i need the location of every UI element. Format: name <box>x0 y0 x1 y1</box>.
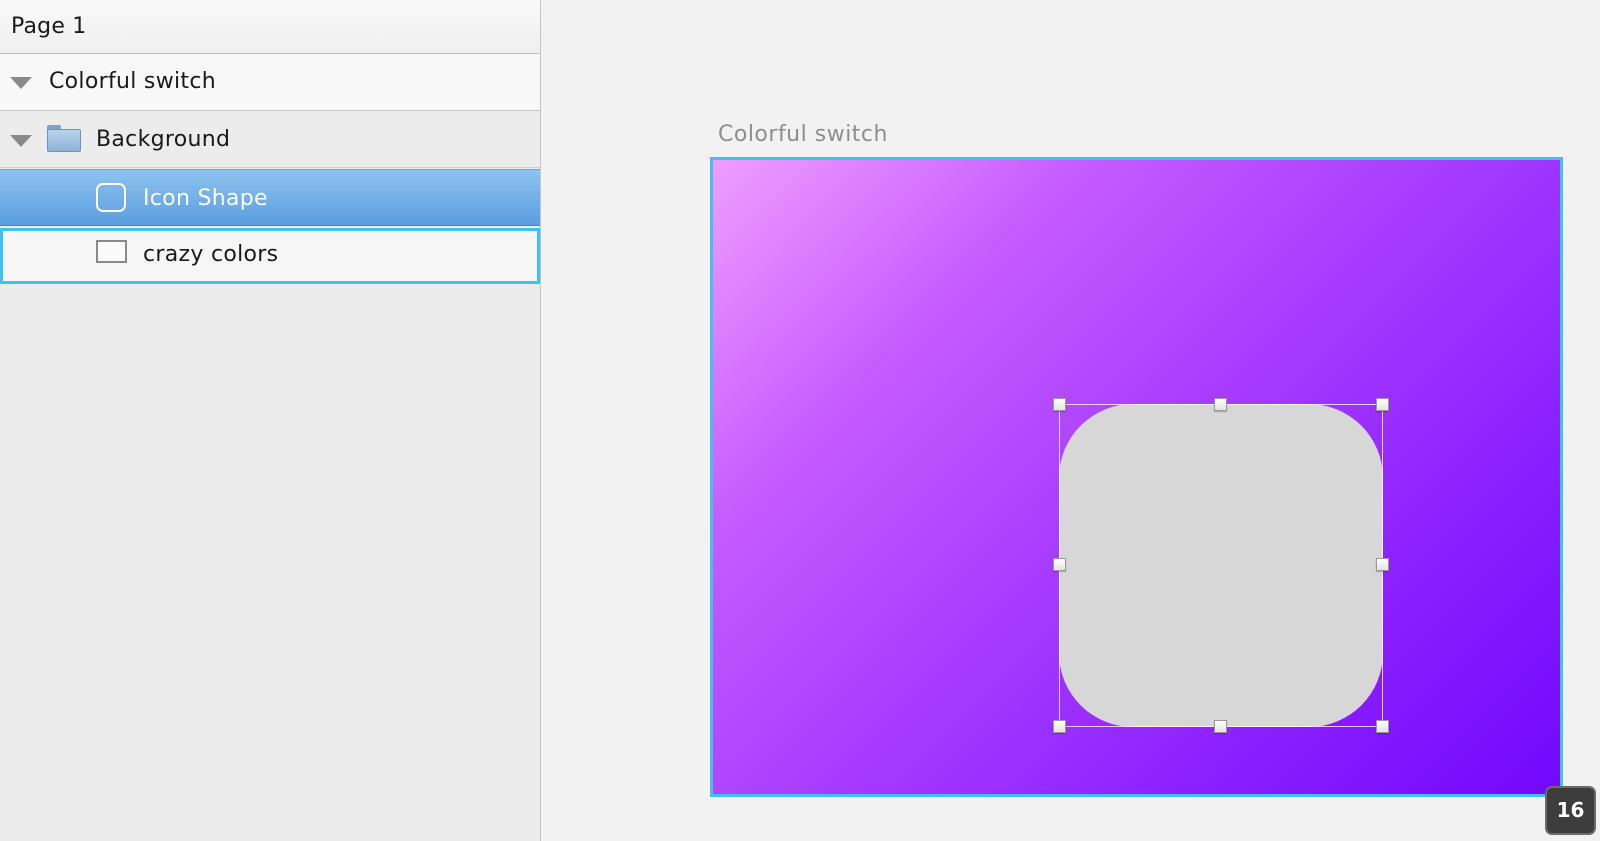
layer-label: Background <box>96 127 231 152</box>
resize-handle-top-left[interactable] <box>1053 398 1066 411</box>
layer-row-crazy-colors[interactable]: crazy colors <box>0 228 540 284</box>
disclosure-triangle-icon[interactable] <box>10 77 32 89</box>
layer-row-icon-shape[interactable]: Icon Shape <box>0 169 540 226</box>
selection-box <box>1059 404 1383 727</box>
resize-handle-left[interactable] <box>1053 558 1066 571</box>
rectangle-icon <box>96 240 127 263</box>
disclosure-triangle-icon[interactable] <box>10 135 32 147</box>
layer-row-colorful-switch[interactable]: Colorful switch <box>0 54 540 111</box>
resize-handle-right[interactable] <box>1376 558 1389 571</box>
rounded-rectangle-icon <box>96 183 126 212</box>
layer-row-background[interactable]: Background <box>0 111 540 168</box>
artboard-title[interactable]: Colorful switch <box>718 122 888 147</box>
resize-handle-top[interactable] <box>1214 398 1227 411</box>
resize-handle-bottom-left[interactable] <box>1053 720 1066 733</box>
resize-handle-bottom[interactable] <box>1214 720 1227 733</box>
folder-icon <box>47 125 81 152</box>
layer-label: Icon Shape <box>143 186 268 211</box>
layers-sidebar: Page 1 Colorful switch Background Icon S… <box>0 0 541 841</box>
resize-handle-bottom-right[interactable] <box>1376 720 1389 733</box>
layer-label: crazy colors <box>143 242 279 267</box>
zoom-badge: 16 <box>1545 786 1596 835</box>
page-label: Page 1 <box>11 14 87 39</box>
resize-handle-top-right[interactable] <box>1376 398 1389 411</box>
page-selector[interactable]: Page 1 <box>0 0 540 54</box>
layer-label: Colorful switch <box>49 69 216 94</box>
